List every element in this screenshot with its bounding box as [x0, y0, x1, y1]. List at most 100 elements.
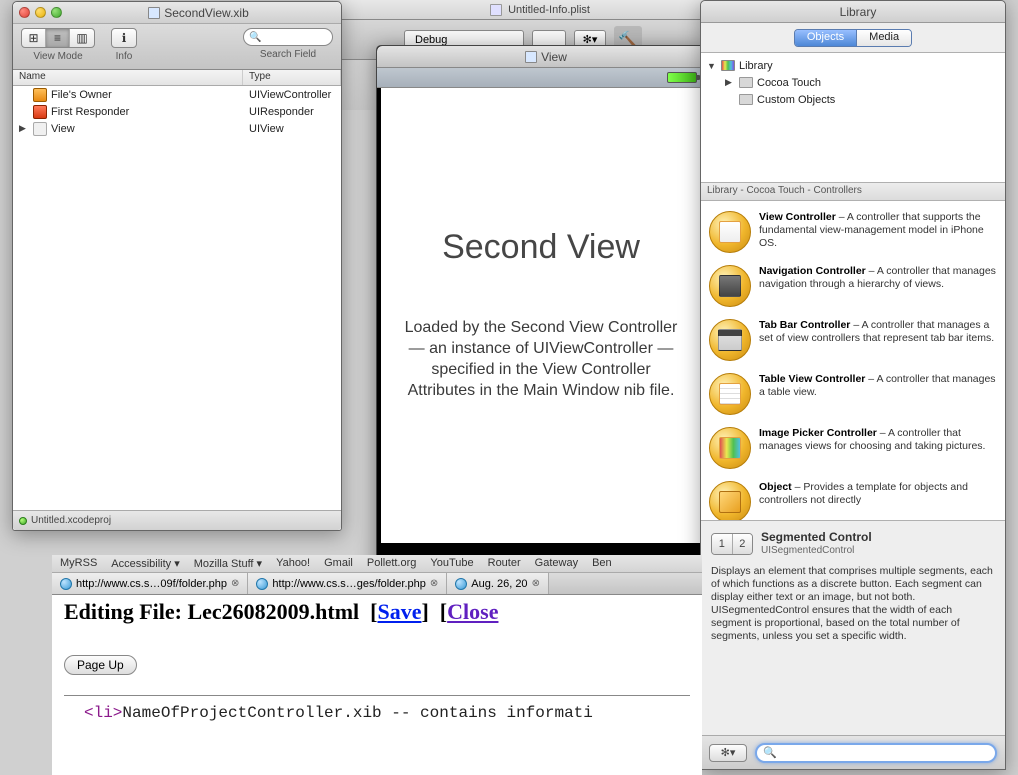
object-icon: [33, 88, 47, 102]
view-mode-columns[interactable]: ▥: [70, 29, 94, 47]
table-row[interactable]: First Responder UIResponder: [13, 103, 341, 120]
xib-window: SecondView.xib ⊞ ≡ ▥ View Mode ℹ Info 🔍 …: [12, 1, 342, 531]
simulated-body-text: Loaded by the Second View Controller — a…: [381, 317, 701, 401]
breadcrumb: Library - Cocoa Touch - Controllers: [701, 183, 1005, 201]
bookmark-item[interactable]: Accessibility ▾: [111, 557, 179, 570]
info-icon[interactable]: ℹ: [112, 29, 136, 47]
library-item[interactable]: Tab Bar Controller – A controller that m…: [701, 313, 1005, 367]
library-tab-segmented[interactable]: Objects Media: [794, 29, 912, 47]
row-name: File's Owner: [51, 89, 112, 101]
tab-close-icon[interactable]: ⊗: [532, 578, 540, 589]
bookmark-item[interactable]: MyRSS: [60, 557, 97, 570]
table-row[interactable]: ▶ViewUIView: [13, 120, 341, 137]
bookmark-item[interactable]: YouTube: [430, 557, 473, 570]
bookmark-item[interactable]: Mozilla Stuff ▾: [194, 557, 262, 570]
view-mode-list[interactable]: ≡: [46, 29, 70, 47]
library-item[interactable]: Navigation Controller – A controller tha…: [701, 259, 1005, 313]
footer-gear-menu[interactable]: ✻▾: [709, 744, 747, 762]
close-link[interactable]: Close: [447, 599, 498, 624]
view-mode-icons[interactable]: ⊞: [22, 29, 46, 47]
library-item[interactable]: Object – Provides a template for objects…: [701, 475, 1005, 521]
library-item[interactable]: Image Picker Controller – A controller t…: [701, 421, 1005, 475]
row-name: First Responder: [51, 106, 129, 118]
info-group: ℹ Info: [111, 28, 137, 62]
table-row[interactable]: File's OwnerUIViewController: [13, 86, 341, 103]
minimize-icon[interactable]: [35, 7, 46, 18]
tab-media[interactable]: Media: [857, 30, 911, 46]
browser-tab[interactable]: Aug. 26, 20 ⊗: [447, 573, 549, 594]
controller-icon: [709, 265, 751, 307]
page-heading: Editing File: Lec26082009.html [Save] [C…: [64, 599, 690, 625]
col-name[interactable]: Name: [13, 70, 243, 85]
object-icon: [33, 105, 47, 119]
tree-label: Library: [739, 60, 773, 72]
globe-icon: [256, 578, 268, 590]
view-titlebar[interactable]: View: [377, 46, 705, 68]
search-icon: 🔍: [763, 746, 777, 759]
tab-label: Aug. 26, 20: [471, 578, 527, 590]
bookmark-item[interactable]: Pollett.org: [367, 557, 417, 570]
detail-subtitle: UISegmentedControl: [761, 544, 872, 557]
view-title: View: [393, 50, 699, 64]
bookmark-item[interactable]: Yahoo!: [276, 557, 310, 570]
library-tree[interactable]: ▼ Library ▶ Cocoa Touch Custom Objects: [701, 53, 1005, 183]
zoom-icon[interactable]: [51, 7, 62, 18]
tree-item[interactable]: ▼ Library: [701, 57, 1005, 74]
code-fragment: <li>NameOfProjectController.xib -- conta…: [64, 695, 690, 722]
xib-titlebar[interactable]: SecondView.xib: [13, 2, 341, 24]
view-mode-group: ⊞ ≡ ▥ View Mode: [21, 28, 95, 62]
tab-close-icon[interactable]: ⊗: [430, 578, 438, 589]
search-field-group: 🔍 Search Field: [243, 28, 333, 60]
library-item[interactable]: Table View Controller – A controller tha…: [701, 367, 1005, 421]
plist-file-icon: [490, 4, 502, 16]
view-mode-segmented[interactable]: ⊞ ≡ ▥: [21, 28, 95, 48]
xib-list-header: Name Type: [13, 70, 341, 86]
browser-fragment: MyRSS Accessibility ▾ Mozilla Stuff ▾ Yahoo…: [52, 555, 702, 775]
xib-toolbar: ⊞ ≡ ▥ View Mode ℹ Info 🔍 Search Field: [13, 24, 341, 70]
disclosure-icon[interactable]: ▶: [725, 77, 735, 88]
plist-title: Untitled-Info.plist: [508, 4, 590, 16]
page-content: Editing File: Lec26082009.html [Save] [C…: [52, 595, 702, 726]
search-icon: 🔍: [249, 32, 261, 43]
save-link[interactable]: Save: [377, 599, 421, 624]
object-icon: [33, 122, 47, 136]
page-up-button[interactable]: Page Up: [64, 655, 137, 675]
view-window: View Second View Loaded by the Second Vi…: [376, 45, 706, 575]
search-input[interactable]: 🔍: [243, 28, 333, 46]
status-dot-icon: [19, 517, 27, 525]
xib-rows[interactable]: File's OwnerUIViewControllerFirst Respon…: [13, 86, 341, 510]
library-items-list[interactable]: View Controller – A controller that supp…: [701, 201, 1005, 521]
browser-tab[interactable]: http://www.cs.s…09f/folder.php ⊗: [52, 573, 248, 594]
browser-tab[interactable]: http://www.cs.s…ges/folder.php⊗: [248, 573, 447, 594]
library-item-text: View Controller – A controller that supp…: [759, 211, 997, 250]
bookmark-item[interactable]: Gmail: [324, 557, 353, 570]
col-type[interactable]: Type: [243, 70, 341, 85]
library-item[interactable]: View Controller – A controller that supp…: [701, 205, 1005, 259]
footer-search-input[interactable]: 🔍: [755, 743, 997, 763]
library-item-text: Object – Provides a template for objects…: [759, 481, 997, 507]
segmented-control-icon: 1 2: [711, 533, 753, 555]
tree-item[interactable]: ▶ Cocoa Touch: [701, 74, 1005, 91]
library-footer: ✻▾ 🔍: [701, 735, 1005, 769]
tree-label: Cocoa Touch: [757, 77, 821, 89]
bookmark-item[interactable]: Ben: [592, 557, 612, 570]
row-type: UIResponder: [243, 106, 341, 118]
tree-item[interactable]: Custom Objects: [701, 91, 1005, 108]
xib-traffic-lights[interactable]: [19, 7, 62, 18]
tree-label: Custom Objects: [757, 94, 835, 106]
tabs-bar[interactable]: http://www.cs.s…09f/folder.php⊗http://ww…: [52, 573, 702, 595]
bookmark-item[interactable]: Gateway: [535, 557, 578, 570]
bookmarks-bar[interactable]: MyRSS Accessibility ▾ Mozilla Stuff ▾ Yahoo…: [52, 555, 702, 573]
tab-close-icon[interactable]: ⊗: [231, 578, 239, 589]
info-button[interactable]: ℹ: [111, 28, 137, 48]
bookmark-item[interactable]: Router: [488, 557, 521, 570]
tab-label: http://www.cs.s…09f/folder.php: [76, 578, 227, 590]
close-icon[interactable]: [19, 7, 30, 18]
tab-objects[interactable]: Objects: [795, 30, 857, 46]
library-item-text: Image Picker Controller – A controller t…: [759, 427, 997, 453]
library-icon: [721, 60, 735, 71]
library-titlebar[interactable]: Library: [701, 1, 1005, 23]
disclosure-icon[interactable]: ▼: [707, 61, 717, 71]
disclosure-icon[interactable]: ▶: [19, 123, 29, 134]
controller-icon: [709, 481, 751, 521]
